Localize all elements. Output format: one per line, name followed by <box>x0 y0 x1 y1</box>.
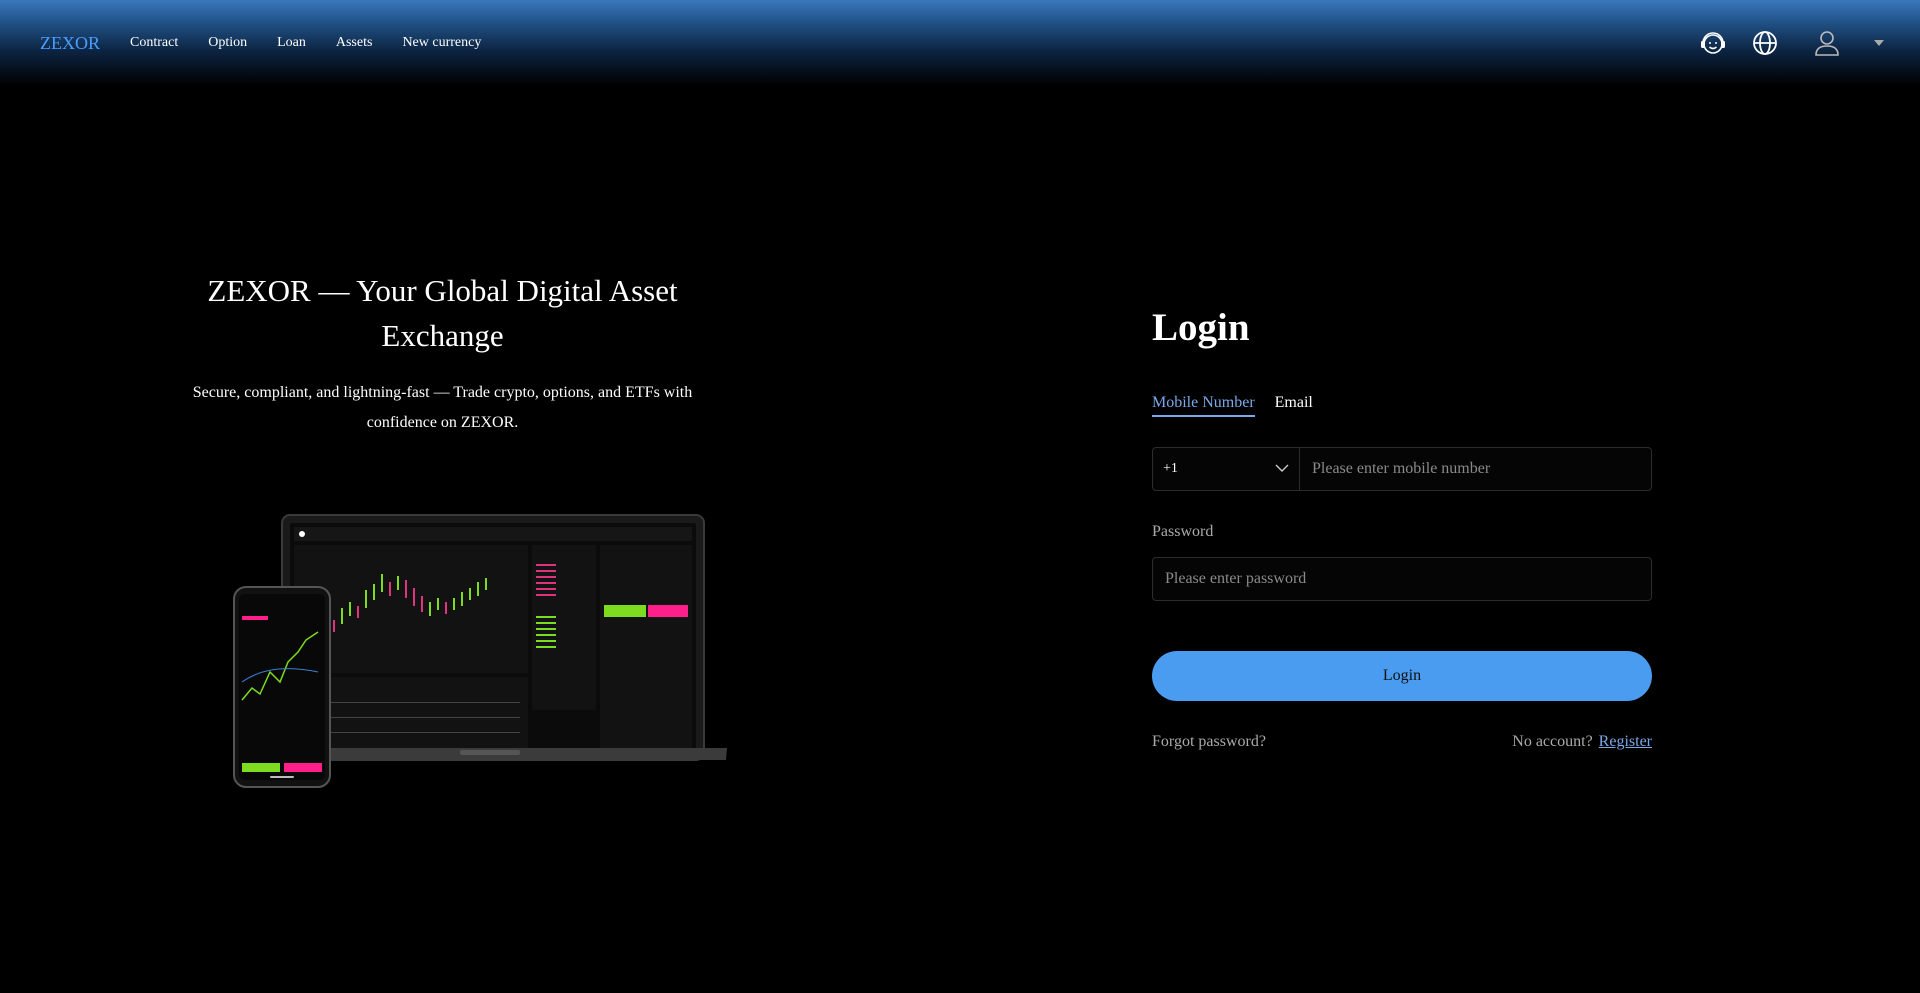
password-label: Password <box>1152 523 1214 540</box>
header-actions <box>1698 26 1884 60</box>
no-account-text: No account? <box>1512 733 1593 750</box>
tab-mobile-number[interactable]: Mobile Number <box>1152 394 1255 417</box>
chevron-down-icon <box>1275 461 1289 477</box>
chevron-down-icon[interactable] <box>1874 38 1884 48</box>
register-link[interactable]: Register <box>1599 733 1652 750</box>
forgot-password-link[interactable]: Forgot password? <box>1152 733 1266 751</box>
nav-contract[interactable]: Contract <box>130 35 178 51</box>
login-tabs: Mobile Number Email <box>1152 394 1652 417</box>
login-button[interactable]: Login <box>1152 651 1652 701</box>
login-footer: Forgot password? No account? Register <box>1152 733 1652 751</box>
tab-email[interactable]: Email <box>1275 394 1313 417</box>
mobile-input-group: +1 <box>1152 447 1652 491</box>
register-prompt: No account? Register <box>1512 733 1652 751</box>
brand-logo[interactable]: ZEXOR <box>40 33 100 54</box>
nav-loan[interactable]: Loan <box>277 35 306 51</box>
hero-section: ZEXOR — Your Global Digital Asset Exchan… <box>170 268 715 438</box>
nav-assets[interactable]: Assets <box>336 35 373 51</box>
login-title: Login <box>1152 306 1250 349</box>
top-nav-bar: ZEXOR Contract Option Loan Assets New cu… <box>0 0 1920 86</box>
hero-title: ZEXOR — Your Global Digital Asset Exchan… <box>207 273 678 353</box>
login-panel: Login Mobile Number Email +1 Password Lo… <box>1152 305 1652 751</box>
country-code-select[interactable]: +1 <box>1153 448 1300 490</box>
main-nav: Contract Option Loan Assets New currency <box>130 35 481 51</box>
nav-new-currency[interactable]: New currency <box>402 35 481 51</box>
mobile-number-input[interactable] <box>1300 448 1651 490</box>
device-illustration <box>230 512 730 792</box>
hero-subtitle: Secure, compliant, and lightning-fast — … <box>192 384 693 431</box>
globe-icon[interactable] <box>1750 28 1780 58</box>
customer-service-icon[interactable] <box>1698 28 1728 58</box>
country-code-value: +1 <box>1163 461 1178 476</box>
password-input-group <box>1152 557 1652 601</box>
password-input[interactable] <box>1153 558 1651 600</box>
user-avatar-icon[interactable] <box>1810 26 1844 60</box>
nav-option[interactable]: Option <box>208 35 247 51</box>
